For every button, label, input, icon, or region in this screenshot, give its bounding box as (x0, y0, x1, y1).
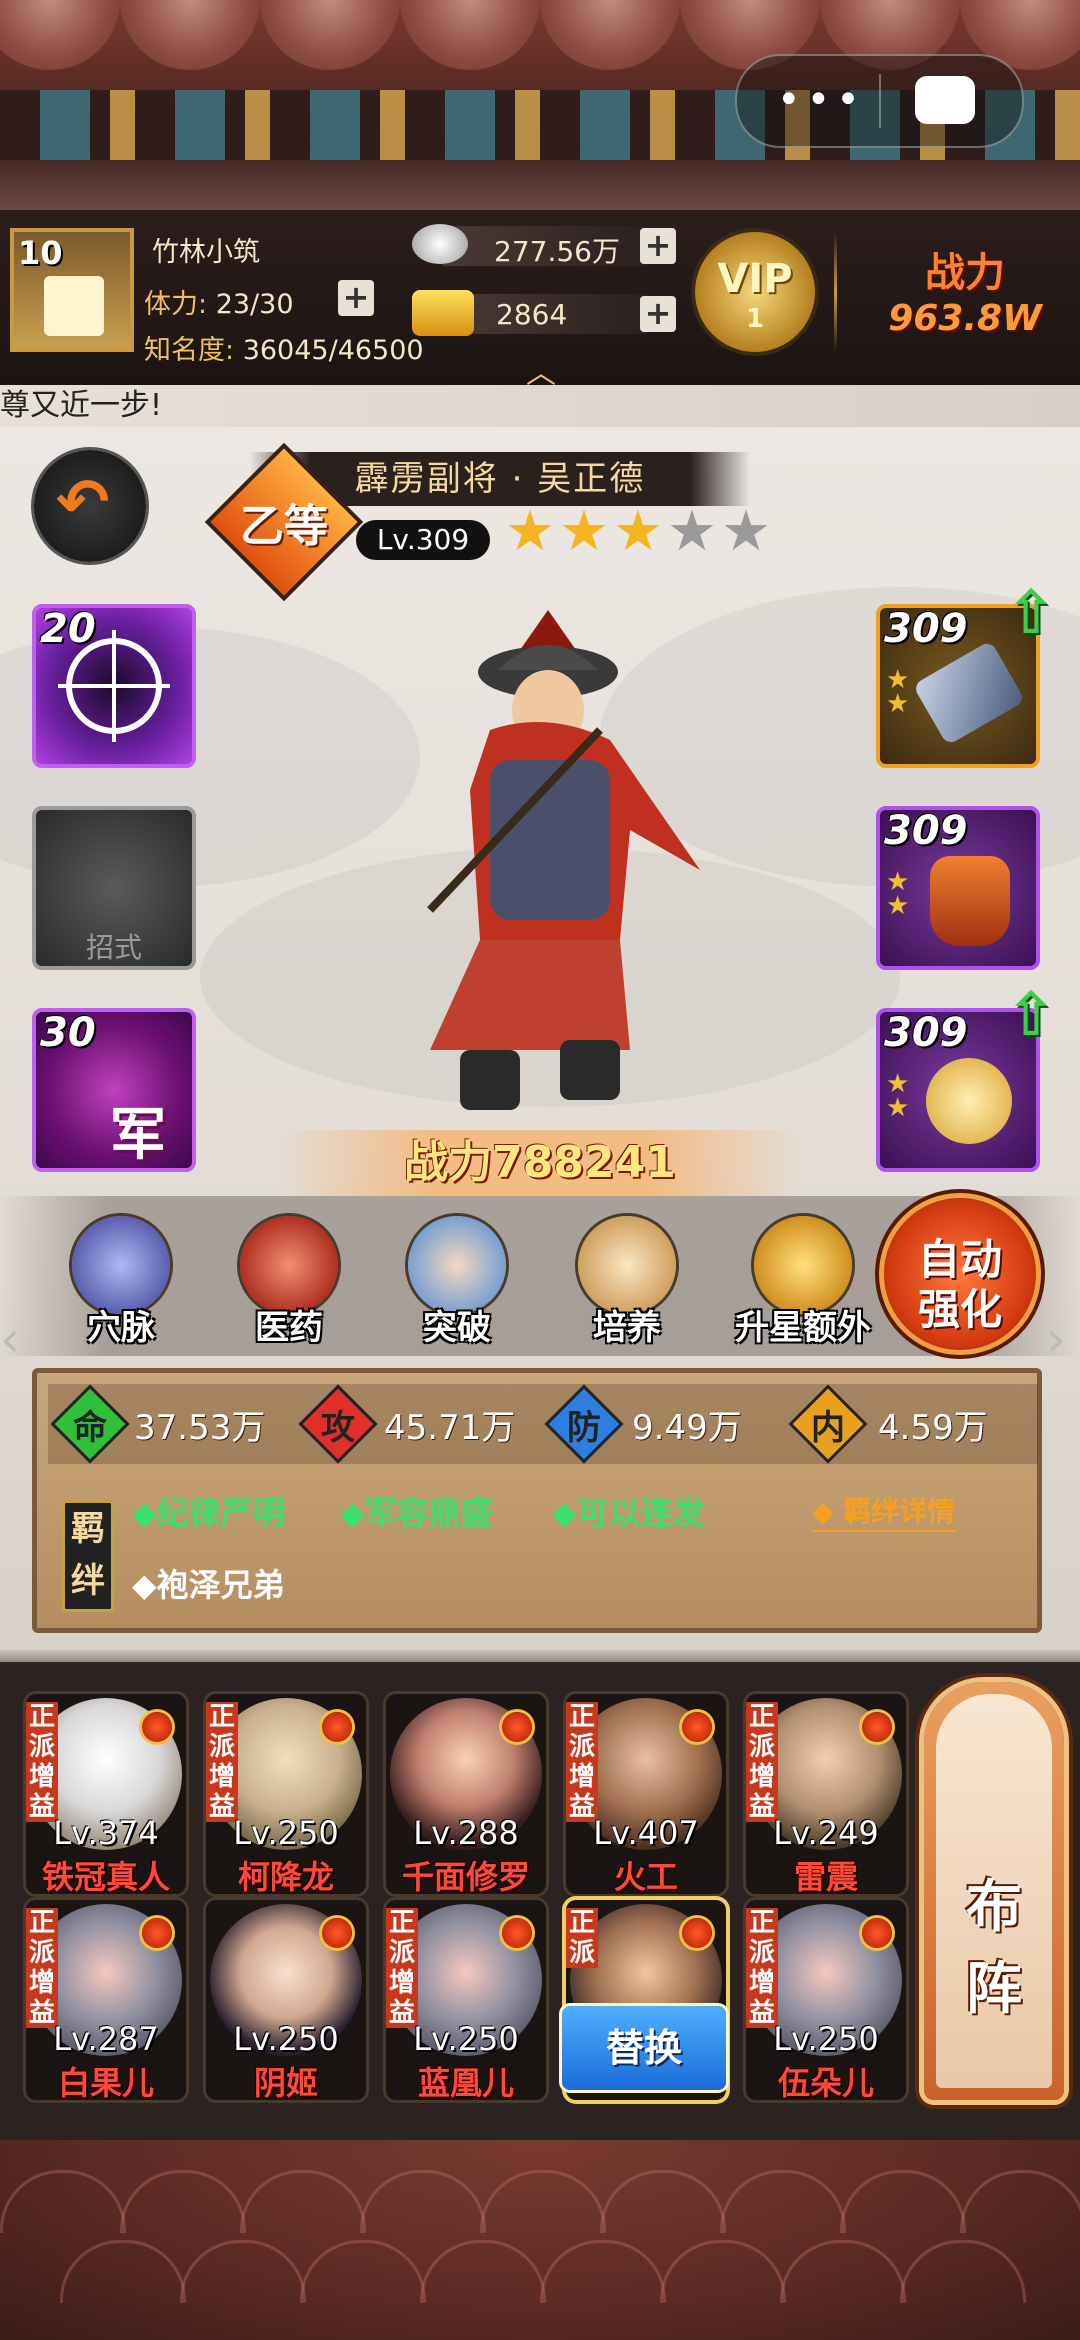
bond-item: ◆军容鼎盛 (340, 1494, 493, 1532)
pavilion-icon (44, 276, 104, 336)
hero-level: Lv.309 (356, 520, 490, 560)
bottom-decoration (0, 2140, 1080, 2340)
armor-icon (930, 856, 1010, 946)
hero-portrait[interactable] (370, 610, 730, 1120)
hero-power: 战力788241 (280, 1130, 800, 1196)
team-hero-card[interactable]: 正派增益 Lv.374 铁冠真人 (26, 1694, 186, 1894)
hp-label: 命 (73, 1408, 107, 1448)
team-hero-card[interactable]: 正派增益 Lv.250 蓝凰儿 (386, 1900, 546, 2100)
scroll-right-icon[interactable]: › (1046, 1310, 1080, 1390)
defense-value: 9.49万 (632, 1408, 742, 1448)
add-gold-button[interactable]: + (640, 296, 676, 332)
skill-slot-1[interactable]: 20 (32, 604, 196, 768)
star-icon: ★ (504, 499, 556, 564)
avatar-level: 10 (18, 234, 63, 272)
auto-enhance-button[interactable]: 自动 强化 (884, 1198, 1036, 1350)
miniprogram-capsule[interactable]: ••• (735, 54, 1024, 148)
stamina-value: 23/30 (215, 289, 294, 320)
team-hero-card[interactable]: Lv.288 千面修罗 (386, 1694, 546, 1894)
medicine-button[interactable]: 医药 (224, 1216, 354, 1348)
auto-enhance-line2: 强化 (917, 1285, 1002, 1334)
grade-label: 乙等 (240, 501, 328, 552)
breakthrough-label: 突破 (423, 1308, 491, 1348)
star-extra-label: 升星额外 (735, 1308, 871, 1348)
team-hero-card[interactable]: 正派增益 Lv.407 火工 (566, 1694, 726, 1894)
inner-label: 内 (811, 1408, 845, 1448)
bond-item: ◆袍泽兄弟 (132, 1566, 285, 1604)
vip-level: 1 (745, 304, 765, 334)
more-icon[interactable]: ••• (777, 80, 866, 120)
acupoint-label: 穴脉 (87, 1308, 155, 1348)
lineup-button[interactable]: 布 阵 (924, 1682, 1064, 2100)
upgrade-arrow-icon: ⇧ (1006, 980, 1057, 1050)
lineup-label-2: 阵 (966, 1957, 1022, 2022)
total-power-value: 963.8W (888, 298, 1042, 339)
vip-badge[interactable]: VIP 1 (695, 232, 815, 352)
bond-item: ◆可以连发 (552, 1494, 705, 1532)
attack-label: 攻 (321, 1408, 355, 1448)
team-hero-card[interactable]: Lv.250 阴姬 (206, 1900, 366, 2100)
gold-icon (412, 290, 474, 336)
equip-armor-level: 309 (884, 808, 968, 854)
move-slot[interactable]: 招式 (32, 806, 196, 970)
vip-label: VIP (717, 256, 793, 302)
total-power-label: 战力 (925, 250, 1005, 296)
player-avatar[interactable]: 10 (10, 228, 134, 352)
equip-slot-armor[interactable]: 309 ★ ★ (876, 806, 1040, 970)
train-label: 培养 (593, 1308, 661, 1348)
stamina-label: 体力: (144, 289, 208, 320)
star-empty-icon: ★ (720, 499, 772, 564)
upgrade-arrow-icon: ⇧ (1006, 578, 1057, 648)
star-icon: ★ (558, 499, 610, 564)
total-power: 战力 963.8W (860, 240, 1070, 339)
news-ticker: 尊又近一步! (0, 385, 1080, 427)
train-button[interactable]: 培养 (562, 1216, 692, 1348)
bond-label: 羁绊 (62, 1500, 114, 1612)
team-hero-card[interactable]: 正派增益 Lv.250 伍朵儿 (746, 1900, 906, 2100)
back-arrow-icon: ↶ (56, 466, 110, 540)
gold-amount: 2864 (496, 298, 568, 331)
team-hero-card[interactable]: 正派增益 Lv.287 白果儿 (26, 1900, 186, 2100)
inner-value: 4.59万 (878, 1408, 988, 1448)
equip-weapon-level: 309 (884, 606, 968, 652)
add-silver-button[interactable]: + (640, 228, 676, 264)
bond-item: ◆纪律严明 (132, 1494, 285, 1532)
breakthrough-button[interactable]: 突破 (392, 1216, 522, 1348)
team-hero-card[interactable]: 正派增益 Lv.249 雷震 (746, 1694, 906, 1894)
equip-accessory-level: 309 (884, 1010, 968, 1056)
team-hero-card[interactable]: 正派增益 Lv.250 柯降龙 (206, 1694, 366, 1894)
hero-power-value: 战力788241 (404, 1137, 676, 1188)
gamepad-icon[interactable] (915, 76, 975, 124)
fame-value: 36045/46500 (242, 335, 424, 366)
crossbow-icon (912, 640, 1026, 746)
lineup-label-1: 布 (966, 1875, 1022, 1940)
amulet-icon (926, 1058, 1012, 1144)
swap-button[interactable]: 替换 (562, 2006, 726, 2090)
attack-value: 45.71万 (384, 1408, 516, 1448)
silver-amount: 277.56万 (494, 235, 620, 268)
player-name: 竹林小筑 (152, 237, 260, 268)
move-slot-label: 招式 (85, 931, 142, 964)
star-icon: ★ (612, 499, 664, 564)
hp-value: 37.53万 (134, 1408, 266, 1448)
add-stamina-button[interactable]: + (338, 280, 374, 316)
fame-label: 知名度: (144, 335, 235, 366)
defense-label: 防 (567, 1408, 601, 1448)
medicine-label: 医药 (255, 1308, 323, 1348)
star-empty-icon: ★ (666, 499, 718, 564)
star-extra-button[interactable]: 升星额外 (728, 1216, 878, 1348)
silver-icon (412, 224, 468, 264)
army-slot-label: 军 (110, 1103, 166, 1168)
back-button[interactable]: ↶ (34, 450, 146, 562)
army-slot[interactable]: 20 30 军 (32, 1008, 196, 1172)
army-slot-level-text: 30 (40, 1010, 96, 1056)
acupoint-button[interactable]: 穴脉 (56, 1216, 186, 1348)
bond-detail-link[interactable]: ◆ 羁绊详情 (812, 1490, 956, 1532)
